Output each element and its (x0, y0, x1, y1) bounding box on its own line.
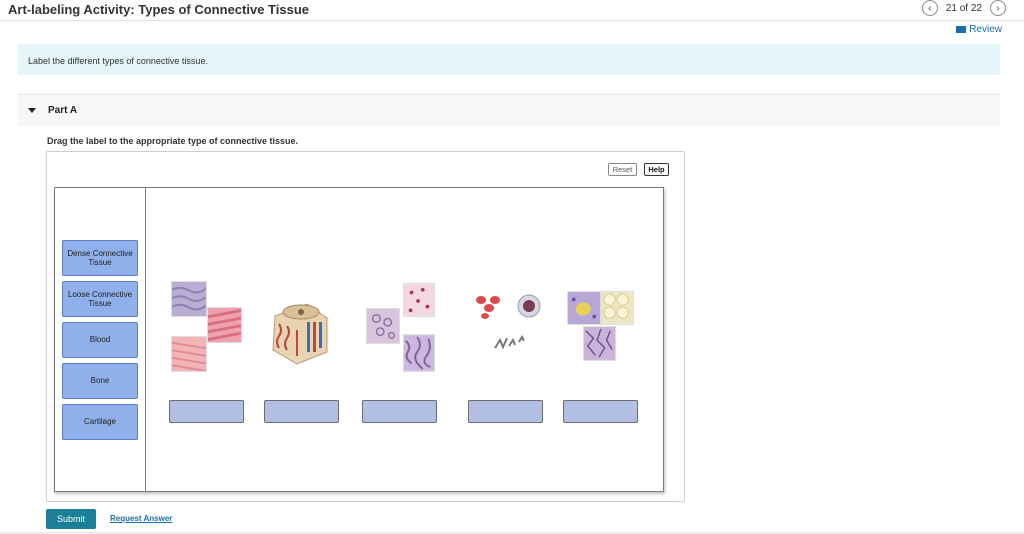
tissue-image-loose-3 (403, 334, 435, 372)
question-navigator: ‹ 21 of 22 › (921, 0, 1006, 16)
label-loose-connective-tissue[interactable]: Loose Connective Tissue (62, 281, 138, 317)
label-cartilage[interactable]: Cartilage (62, 404, 138, 440)
review-label: Review (969, 24, 1002, 35)
drop-zone-3[interactable] (362, 400, 437, 423)
submit-button[interactable]: Submit (46, 509, 96, 529)
intro-text: Label the different types of connective … (28, 56, 208, 66)
part-prompt: Drag the label to the appropriate type o… (47, 136, 299, 146)
part-title: Part A (48, 105, 78, 116)
tissue-image-dense-1 (171, 281, 207, 317)
chevron-right-icon[interactable]: › (990, 0, 1006, 16)
chevron-left-icon[interactable]: ‹ (921, 0, 938, 16)
tissue-image-dense-3 (171, 336, 207, 372)
tissue-image-dense-2 (207, 307, 242, 343)
question-counter: 21 of 22 (945, 2, 982, 14)
tissue-image-group5-2 (601, 291, 634, 325)
drop-zone-5[interactable] (563, 400, 638, 423)
tissue-image-group5-3 (583, 326, 616, 361)
drop-zone-1[interactable] (169, 400, 244, 423)
drop-zone-4[interactable] (468, 400, 543, 423)
label-bone[interactable]: Bone (62, 363, 138, 399)
review-icon (956, 26, 967, 33)
labeling-board: Dense Connective Tissue Loose Connective… (54, 187, 664, 492)
review-link[interactable]: Review (956, 24, 1002, 35)
triangle-down-icon[interactable] (28, 108, 36, 113)
tissue-image-loose-1 (403, 283, 435, 317)
request-answer-link[interactable]: Request Answer (110, 514, 172, 523)
drop-zone-2[interactable] (264, 400, 339, 423)
label-blood[interactable]: Blood (62, 322, 138, 358)
page-title: Art-labeling Activity: Types of Connecti… (8, 2, 309, 17)
tissue-image-blood (476, 294, 541, 350)
header-divider (0, 20, 1024, 21)
help-button[interactable]: Help (644, 163, 669, 176)
label-bank-divider (145, 188, 146, 491)
tissue-image-group5-1 (567, 291, 601, 325)
part-header[interactable]: Part A (18, 94, 1000, 126)
tissue-image-loose-2 (366, 308, 400, 344)
tissue-image-bone (272, 303, 328, 365)
label-dense-connective-tissue[interactable]: Dense Connective Tissue (62, 240, 138, 276)
reset-button[interactable]: Reset (608, 163, 637, 176)
intro-banner: Label the different types of connective … (18, 44, 1000, 75)
